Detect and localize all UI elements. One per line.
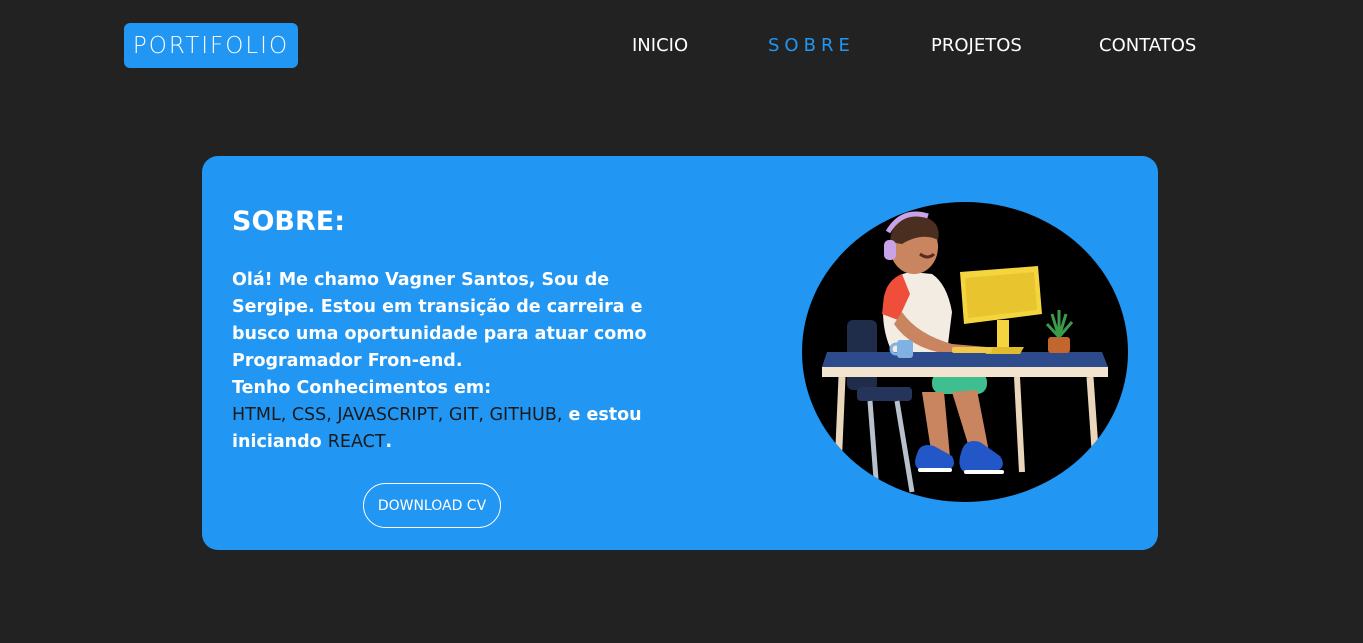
nav-inicio[interactable]: INICIO: [632, 34, 688, 58]
main-nav: INICIO SOBRE PROJETOS CONTATOS: [0, 34, 1363, 58]
about-card: SOBRE: Olá! Me chamo Vagner Santos, Sou …: [202, 156, 1158, 550]
about-title: SOBRE:: [232, 206, 346, 237]
about-knowledge-label: Tenho Conhecimentos em:: [232, 378, 492, 398]
tech-react: REACT: [327, 432, 386, 452]
nav-sobre[interactable]: SOBRE: [768, 34, 855, 58]
tech-list: HTML, CSS, JAVASCRIPT, GIT, GITHUB,: [232, 405, 563, 425]
developer-illustration: [802, 202, 1128, 502]
nav-contatos[interactable]: CONTATOS: [1099, 34, 1196, 58]
about-period: .: [385, 432, 393, 452]
nav-projetos[interactable]: PROJETOS: [931, 34, 1022, 58]
about-text: Olá! Me chamo Vagner Santos, Sou de Serg…: [232, 267, 692, 456]
developer-at-desk-illustration: [822, 211, 1108, 493]
download-cv-button[interactable]: DOWNLOAD CV: [363, 483, 501, 528]
